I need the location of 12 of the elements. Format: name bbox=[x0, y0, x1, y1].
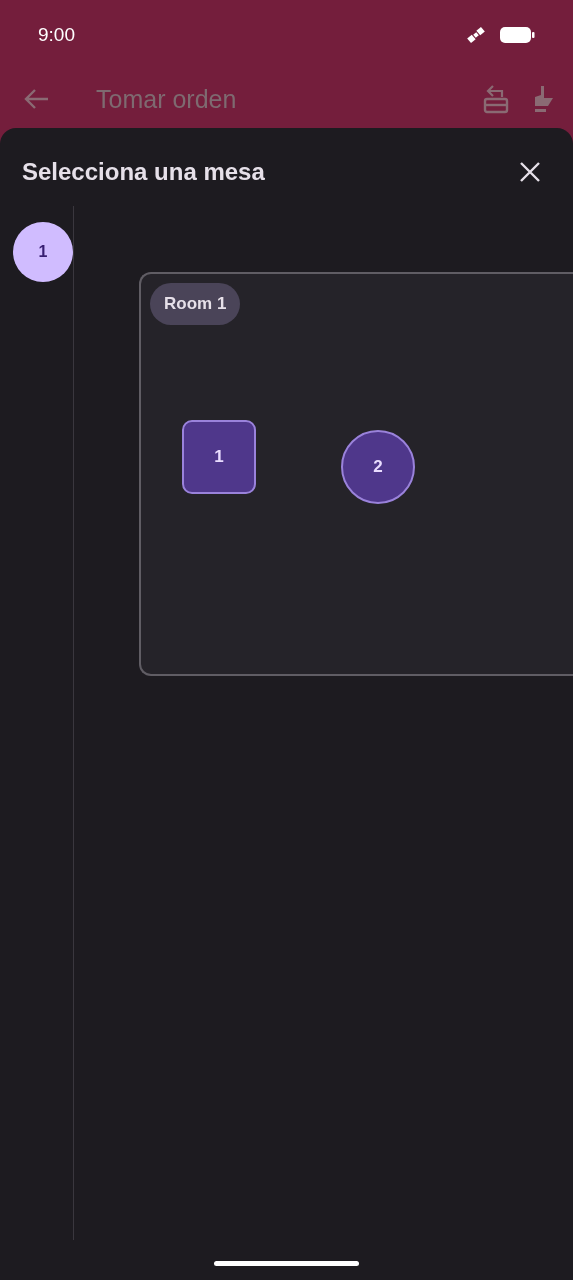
status-time: 9:00 bbox=[38, 24, 75, 46]
sheet-title: Selecciona una mesa bbox=[22, 158, 265, 186]
room-label: Room 1 bbox=[150, 283, 241, 325]
battery-icon bbox=[499, 26, 535, 44]
back-icon[interactable] bbox=[24, 88, 50, 110]
app-title: Tomar orden bbox=[96, 84, 238, 114]
table-swap-icon[interactable] bbox=[483, 84, 509, 114]
table-button[interactable]: 1 bbox=[182, 420, 256, 494]
satellite-icon bbox=[465, 26, 487, 44]
room-tab[interactable]: 1 bbox=[13, 222, 73, 282]
table-button[interactable]: 2 bbox=[341, 430, 415, 504]
close-icon[interactable] bbox=[519, 161, 541, 183]
